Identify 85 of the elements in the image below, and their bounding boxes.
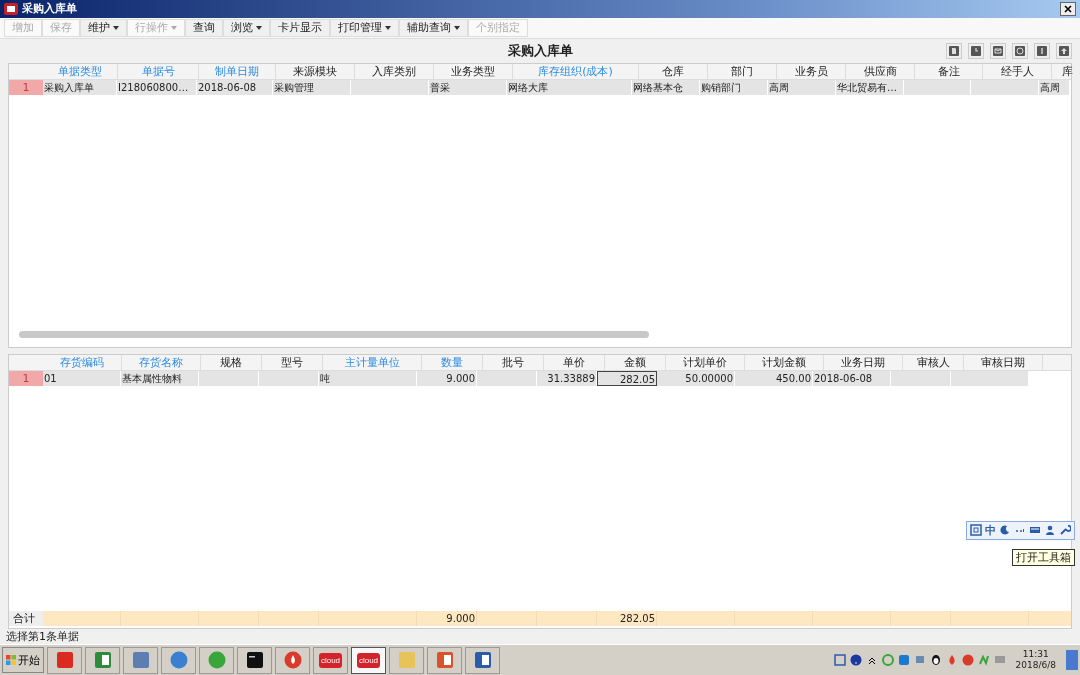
column-header[interactable]: 批号	[483, 354, 544, 370]
caret-icon	[171, 25, 177, 30]
column-header[interactable]: 规格	[201, 354, 262, 370]
column-header[interactable]: 仓库	[639, 63, 708, 79]
column-header[interactable]: 计划金额	[745, 354, 824, 370]
tooltip: 打开工具箱	[1012, 548, 1075, 566]
column-header[interactable]: 存货编码	[43, 354, 122, 370]
presentation-icon	[434, 650, 455, 671]
clock-date: 2018/6/8	[1015, 660, 1056, 672]
column-header[interactable]: 金额	[605, 354, 666, 370]
document-button[interactable]	[946, 42, 962, 59]
column-header[interactable]: 入库类别	[355, 63, 434, 79]
column-header[interactable]: 业务员	[777, 63, 846, 79]
close-icon	[1064, 4, 1072, 13]
user-icon[interactable]	[1044, 524, 1056, 537]
column-header[interactable]: 供应商	[846, 63, 915, 79]
column-header[interactable]: 制单日期	[199, 63, 276, 79]
column-header[interactable]: 业务类型	[434, 63, 513, 79]
toolbar-button[interactable]: 打印管理	[330, 18, 399, 37]
taskbar-app-button[interactable]: cloud	[313, 646, 348, 674]
clock-time: 11:31	[1022, 649, 1049, 661]
status-text: 选择第1条单据	[5, 629, 80, 645]
column-header[interactable]: 库存组织(成本)	[513, 63, 639, 79]
drop-icon	[282, 650, 303, 671]
taskbar-app-button[interactable]	[237, 646, 272, 674]
close-button[interactable]	[1060, 1, 1076, 16]
column-header[interactable]: 单价	[544, 354, 605, 370]
drop-icon[interactable]	[961, 654, 974, 667]
document-icon	[472, 650, 493, 671]
show-desktop-button[interactable]	[1066, 650, 1078, 671]
mail-button[interactable]	[990, 42, 1006, 59]
wrench-icon[interactable]	[1059, 524, 1071, 537]
column-header[interactable]: 业务日期	[824, 354, 903, 370]
folder-icon	[396, 650, 417, 671]
penguin-icon[interactable]	[929, 654, 942, 667]
cloud-app-icon: cloud	[356, 652, 381, 668]
start-button[interactable]: 开始	[2, 647, 44, 674]
cloud-app-icon: cloud	[318, 652, 343, 668]
column-header[interactable]: 型号	[262, 354, 323, 370]
caret-icon	[454, 25, 460, 30]
column-header[interactable]: 审核人	[903, 354, 964, 370]
input-mode-toggle[interactable]: 中	[985, 522, 996, 538]
toolbar-button[interactable]: 卡片显示	[270, 18, 330, 37]
upload-button[interactable]	[1056, 42, 1072, 59]
remote-app-icon[interactable]	[897, 654, 910, 667]
browser-icon	[206, 650, 227, 671]
column-header[interactable]: 备注	[915, 63, 983, 79]
column-header[interactable]: 计划单价	[666, 354, 745, 370]
toolbar-button[interactable]: 浏览	[223, 18, 270, 37]
total-label: 合计	[9, 611, 43, 627]
toolbar-button[interactable]: 辅助查询	[399, 18, 468, 37]
caret-icon	[256, 25, 262, 30]
toolbar-button[interactable]: 维护	[80, 18, 127, 37]
table-row[interactable]: 1 采购入库单 I218060800… 2018-06-08 采购管理 普采 网络大库 网络基本仓 购销部门 高周 华北贸易有… 高周	[9, 79, 1071, 95]
column-header[interactable]: 经手人	[983, 63, 1052, 79]
spreadsheet-icon	[92, 650, 113, 671]
ime-logo-icon[interactable]	[833, 654, 846, 667]
taskbar-app-button[interactable]	[465, 646, 500, 674]
clock[interactable]: 11:31 2018/6/8	[1009, 649, 1062, 672]
column-header[interactable]: 库	[1052, 63, 1080, 79]
column-header[interactable]: 审核日期	[964, 354, 1043, 370]
toolbar-button[interactable]: 查询	[185, 18, 223, 37]
globe-icon	[168, 650, 189, 671]
info-button[interactable]	[1034, 42, 1050, 59]
column-header[interactable]: 部门	[708, 63, 777, 79]
app-icon	[54, 650, 75, 671]
column-header[interactable]: 数量	[422, 354, 483, 370]
windows-logo-icon	[6, 655, 16, 666]
terminal-icon	[244, 650, 265, 671]
moon-icon[interactable]	[999, 524, 1011, 537]
globe-button[interactable]	[1012, 42, 1028, 59]
caret-icon	[385, 25, 391, 30]
caret-icon	[113, 25, 119, 30]
column-header[interactable]: 单据号	[118, 63, 199, 79]
ime-logo-icon[interactable]	[970, 524, 982, 537]
window-title: 采购入库单	[22, 1, 78, 17]
clock-button[interactable]	[968, 42, 984, 59]
column-header[interactable]: 主计量单位	[323, 354, 422, 370]
help-icon[interactable]	[849, 654, 862, 667]
app-icon	[4, 2, 18, 15]
taskbar-app-button[interactable]: cloud	[351, 646, 386, 674]
table-row[interactable]: 1 01 基本属性物料 吨 9.000 31.33889 282.05 50.00000 450.00 2018-06-08	[9, 370, 1071, 386]
column-header[interactable]: 单据类型	[43, 63, 118, 79]
column-header[interactable]: 来源模块	[276, 63, 355, 79]
page-heading: 采购入库单	[507, 41, 573, 60]
